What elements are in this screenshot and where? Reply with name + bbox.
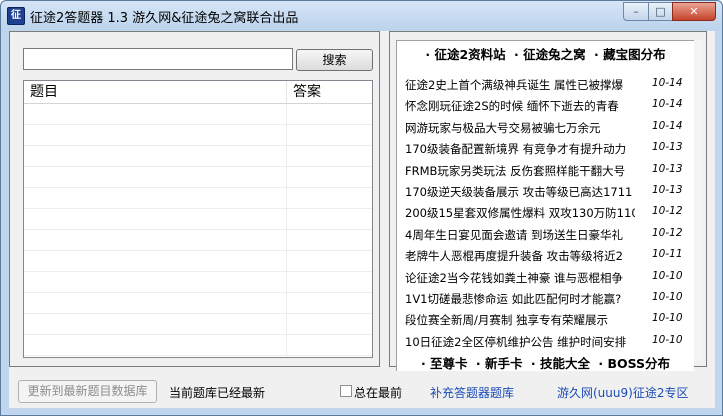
news-item[interactable]: 怀念刚玩征途2S的时候 缅怀下逝去的青春 10-14 [397,95,694,116]
table-row[interactable] [24,125,372,146]
question-answer-table[interactable]: 题目 答案 [23,80,373,358]
uuu9-zone-link[interactable]: 游久网(uuu9)征途2专区 [557,384,688,401]
link-rabbit-nest[interactable]: · 征途兔之窝 [514,47,586,62]
column-separator [286,125,287,146]
column-separator [286,230,287,251]
news-item[interactable]: 1V1切磋最悲惨命运 如此匹配何时才能赢? 10-10 [397,288,694,309]
column-separator [286,335,287,356]
link-newbie-card[interactable]: · 新手卡 [476,356,523,371]
link-zt2-resource-site[interactable]: · 征途2资料站 [425,47,505,62]
table-row[interactable] [24,104,372,125]
column-separator [286,314,287,335]
news-item[interactable]: 论征途2当今花钱如粪土神豪 谁与恶棍相争 10-10 [397,267,694,288]
table-row[interactable] [24,167,372,188]
column-separator [286,146,287,167]
column-separator [286,209,287,230]
bottom-links: · 至尊卡 · 新手卡 · 技能大全 · BOSS分布 [397,353,694,371]
link-treasure-map[interactable]: · 藏宝图分布 [594,47,666,62]
table-body [24,104,372,356]
table-row[interactable] [24,146,372,167]
news-date: 10-10 [652,290,683,303]
news-date: 10-14 [652,98,683,111]
news-title[interactable]: FRMB玩家另类玩法 反伤套照样能干翻大号 [405,163,635,179]
table-header: 题目 答案 [24,81,372,104]
search-panel: 搜索 题目 答案 [9,31,380,367]
close-button[interactable]: ✕ [672,2,716,21]
news-title[interactable]: 怀念刚玩征途2S的时候 缅怀下逝去的青春 [405,98,635,114]
news-title[interactable]: 4周年生日宴见面会邀请 到场送生日豪华礼 [405,227,635,243]
news-list: 征途2史上首个满级神兵诞生 属性已被撑爆 10-14 怀念刚玩征途2S的时候 缅怀下… [397,74,694,352]
news-date: 10-13 [652,141,683,154]
news-title[interactable]: 征途2史上首个满级神兵诞生 属性已被撑爆 [405,77,635,93]
window-title: 征途2答题器 1.3 游久网&征途兔之窝联合出品 [30,11,299,26]
add-question-link[interactable]: 补充答题器题库 [430,384,514,401]
news-title[interactable]: 老牌牛人恶棍再度提升装备 攻击等级将近2 [405,248,635,264]
column-separator [286,293,287,314]
table-row[interactable] [24,251,372,272]
news-title[interactable]: 论征途2当今花钱如粪土神豪 谁与恶棍相争 [405,270,635,286]
column-separator [286,167,287,188]
table-row[interactable] [24,188,372,209]
client-area: 搜索 题目 答案 · 征途2资料站 · 征途兔之窝 · 藏宝图分布 征途2史上首… [9,31,715,408]
table-row[interactable] [24,314,372,335]
column-separator [286,104,287,125]
link-boss-distribution[interactable]: · BOSS分布 [598,356,670,371]
news-item[interactable]: 老牌牛人恶棍再度提升装备 攻击等级将近2 10-11 [397,245,694,266]
news-panel: · 征途2资料站 · 征途兔之窝 · 藏宝图分布 征途2史上首个满级神兵诞生 属… [389,31,707,371]
table-row[interactable] [24,293,372,314]
news-scrollbar[interactable] [694,40,703,361]
link-skills[interactable]: · 技能大全 [531,356,590,371]
news-item[interactable]: 段位赛全新周/月赛制 独享专有荣耀展示 10-10 [397,309,694,330]
column-separator [286,188,287,209]
app-window: 征 征途2答题器 1.3 游久网&征途兔之窝联合出品 – □ ✕ 搜索 题目 答… [0,0,723,416]
maximize-button[interactable]: □ [648,2,673,21]
update-database-button[interactable]: 更新到最新题目数据库 [18,380,157,403]
column-separator [286,251,287,272]
news-item[interactable]: 征途2史上首个满级神兵诞生 属性已被撑爆 10-14 [397,74,694,95]
news-item[interactable]: 200级15星套双修属性爆料 双攻130万防110 10-12 [397,202,694,223]
news-date: 10-12 [652,205,683,218]
news-item[interactable]: 170级逆天级装备展示 攻击等级已高达1711 10-13 [397,181,694,202]
link-supreme-card[interactable]: · 至尊卡 [421,356,468,371]
news-title[interactable]: 段位赛全新周/月赛制 独享专有荣耀展示 [405,312,635,328]
news-title[interactable]: 170级逆天级装备展示 攻击等级已高达1711 [405,184,635,200]
news-item[interactable]: 170级装备配置新境界 有竞争才有提升动力 10-13 [397,138,694,159]
column-header-answer[interactable]: 答案 [287,81,372,103]
news-frame: · 征途2资料站 · 征途兔之窝 · 藏宝图分布 征途2史上首个满级神兵诞生 属… [396,40,694,371]
news-title[interactable]: 1V1切磋最悲惨命运 如此匹配何时才能赢? [405,291,635,307]
top-links: · 征途2资料站 · 征途兔之窝 · 藏宝图分布 [397,44,694,66]
news-date: 10-11 [652,248,683,261]
news-date: 10-10 [652,333,683,346]
app-icon[interactable]: 征 [7,7,25,25]
table-row[interactable] [24,230,372,251]
news-date: 10-10 [652,269,683,282]
news-date: 10-14 [652,77,683,89]
news-date: 10-14 [652,119,683,132]
search-button[interactable]: 搜索 [296,49,373,71]
news-date: 10-13 [652,183,683,196]
search-input[interactable] [23,48,293,70]
news-title[interactable]: 170级装备配置新境界 有竞争才有提升动力 [405,141,635,157]
news-date: 10-13 [652,162,683,175]
minimize-button[interactable]: – [623,2,649,21]
always-on-top-checkbox[interactable] [340,385,352,397]
always-on-top-label[interactable]: 总在最前 [354,384,402,401]
news-title[interactable]: 10日征途2全区停机维护公告 维护时间安排 [405,334,635,350]
news-title[interactable]: 200级15星套双修属性爆料 双攻130万防110 [405,205,635,221]
news-item[interactable]: FRMB玩家另类玩法 反伤套照样能干翻大号 10-13 [397,160,694,181]
news-item[interactable]: 10日征途2全区停机维护公告 维护时间安排 10-10 [397,331,694,352]
news-title[interactable]: 网游玩家与极品大号交易被骗七万余元 [405,120,635,136]
column-header-question[interactable]: 题目 [24,81,287,103]
table-row[interactable] [24,209,372,230]
column-separator [286,272,287,293]
news-item[interactable]: 网游玩家与极品大号交易被骗七万余元 10-14 [397,117,694,138]
news-date: 10-12 [652,226,683,239]
news-item[interactable]: 4周年生日宴见面会邀请 到场送生日豪华礼 10-12 [397,224,694,245]
table-row[interactable] [24,335,372,356]
title-bar[interactable]: 征 征途2答题器 1.3 游久网&征途兔之窝联合出品 – □ ✕ [1,1,722,30]
news-date: 10-10 [652,312,683,325]
table-row[interactable] [24,272,372,293]
status-text: 当前题库已经最新 [169,386,266,400]
